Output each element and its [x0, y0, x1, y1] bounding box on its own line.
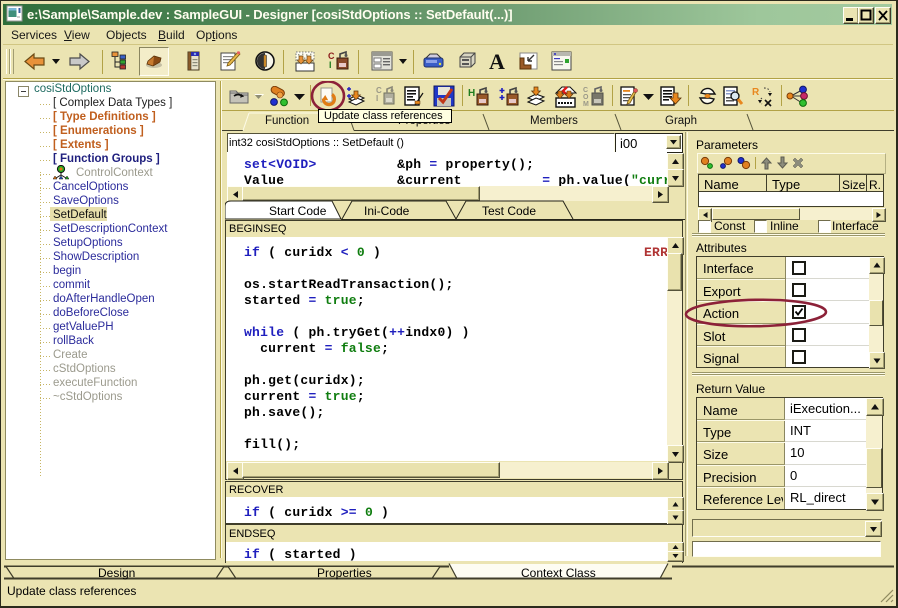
svg-text:A: A — [489, 49, 505, 73]
svg-text:R: R — [752, 87, 760, 98]
svg-text:M: M — [583, 101, 589, 108]
svg-text:I: I — [329, 60, 332, 70]
svg-text:O: O — [583, 94, 589, 101]
svg-text:C: C — [583, 87, 588, 94]
svg-text:H: H — [468, 88, 475, 99]
svg-text:I: I — [376, 94, 378, 103]
